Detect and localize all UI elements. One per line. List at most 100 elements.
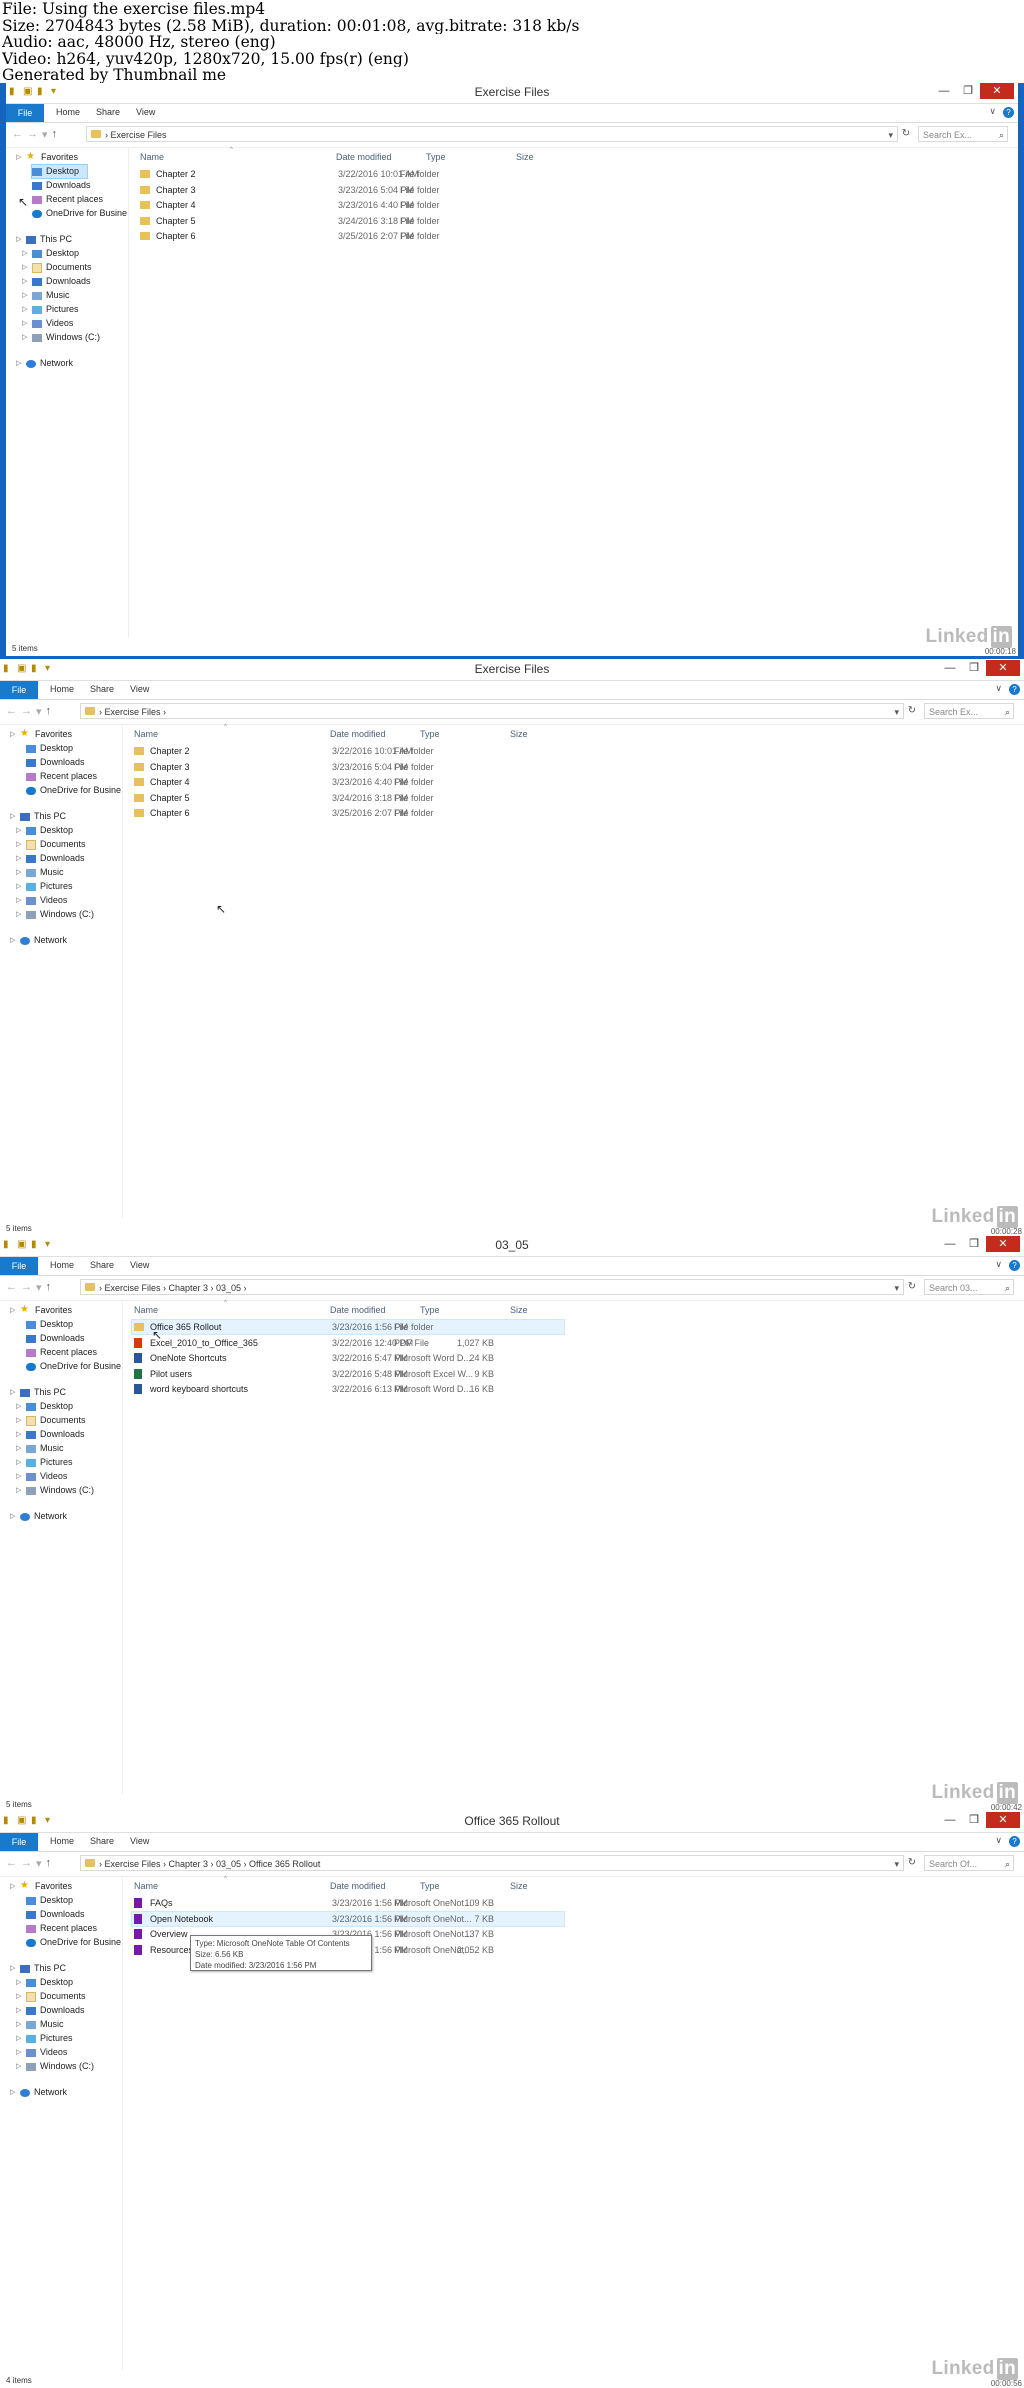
- tab-home[interactable]: Home: [56, 107, 80, 117]
- chevron-down-icon[interactable]: ▾: [894, 1856, 899, 1870]
- nav-item-pictures[interactable]: ▷ Pictures: [16, 880, 73, 893]
- expand-arrow-icon[interactable]: ▷: [16, 824, 21, 837]
- refresh-icon[interactable]: ↻: [904, 703, 920, 719]
- nav-item-favorites[interactable]: ▷ ★ Favorites: [10, 728, 72, 741]
- nav-item-network[interactable]: ▷ Network: [10, 2086, 67, 2099]
- back-arrow-icon[interactable]: ←: [12, 128, 23, 141]
- tab-share[interactable]: Share: [96, 107, 120, 117]
- refresh-icon[interactable]: ↻: [904, 1855, 920, 1871]
- expand-arrow-icon[interactable]: ▷: [22, 317, 27, 330]
- tab-file[interactable]: File: [0, 1833, 38, 1851]
- nav-item-network[interactable]: ▷ Network: [10, 1510, 67, 1523]
- address-bar[interactable]: › Exercise Files ▾: [86, 126, 898, 142]
- column-date[interactable]: Date modified: [336, 152, 392, 162]
- nav-item-recent[interactable]: Recent places: [26, 770, 97, 783]
- nav-item-music[interactable]: ▷ Music: [16, 866, 64, 879]
- file-row[interactable]: Chapter 3 3/23/2016 5:04 PM File folder: [132, 760, 564, 774]
- close-button[interactable]: ✕: [980, 83, 1014, 99]
- nav-item-onedrive[interactable]: OneDrive for Busine: [26, 784, 121, 797]
- expand-arrow-icon[interactable]: ▷: [16, 2060, 21, 2073]
- nav-item-pc-downloads[interactable]: ▷ Downloads: [16, 2004, 85, 2017]
- expand-arrow-icon[interactable]: ▷: [16, 866, 21, 879]
- nav-item-music[interactable]: ▷ Music: [16, 1442, 64, 1455]
- nav-item-recent[interactable]: Recent places: [32, 193, 103, 206]
- column-type[interactable]: Type: [420, 729, 440, 739]
- expand-arrow-icon[interactable]: ▷: [22, 275, 27, 288]
- column-size[interactable]: Size: [510, 1305, 528, 1315]
- up-arrow-icon[interactable]: ↑: [52, 128, 58, 141]
- expand-arrow-icon[interactable]: ▷: [16, 357, 21, 370]
- tab-home[interactable]: Home: [50, 684, 74, 694]
- address-bar[interactable]: › Exercise Files › ▾: [80, 703, 904, 719]
- forward-arrow-icon[interactable]: →: [27, 128, 38, 141]
- tab-share[interactable]: Share: [90, 684, 114, 694]
- expand-arrow-icon[interactable]: ▷: [10, 1510, 15, 1523]
- nav-item-desktop[interactable]: Desktop: [26, 742, 73, 755]
- nav-item-desktop[interactable]: Desktop: [26, 1318, 73, 1331]
- nav-item-pc-desktop[interactable]: ▷ Desktop: [16, 824, 73, 837]
- column-type[interactable]: Type: [420, 1881, 440, 1891]
- nav-item-pc-desktop[interactable]: ▷ Desktop: [22, 247, 79, 260]
- file-row[interactable]: OneNote Shortcuts 3/22/2016 5:47 PM Micros…: [132, 1351, 564, 1365]
- nav-item-thispc[interactable]: ▷ This PC: [10, 1962, 66, 1975]
- nav-item-videos[interactable]: ▷ Videos: [16, 2046, 67, 2059]
- back-arrow-icon[interactable]: ←: [6, 1857, 17, 1870]
- close-button[interactable]: ✕: [986, 1812, 1020, 1828]
- recent-dropdown-icon[interactable]: ▾: [36, 705, 42, 718]
- nav-item-onedrive[interactable]: OneDrive for Busine: [26, 1360, 121, 1373]
- file-row[interactable]: Chapter 2 3/22/2016 10:01 AM File folder: [138, 167, 570, 181]
- back-arrow-icon[interactable]: ←: [6, 705, 17, 718]
- expand-arrow-icon[interactable]: ▷: [22, 303, 27, 316]
- tab-home[interactable]: Home: [50, 1260, 74, 1270]
- nav-item-recent[interactable]: Recent places: [26, 1922, 97, 1935]
- file-row[interactable]: Chapter 6 3/25/2016 2:07 PM File folder: [132, 806, 564, 820]
- file-row[interactable]: Chapter 2 3/22/2016 10:01 AM File folder: [132, 744, 564, 758]
- nav-item-desktop[interactable]: Desktop: [26, 1894, 73, 1907]
- expand-arrow-icon[interactable]: ▷: [16, 1484, 21, 1497]
- expand-arrow-icon[interactable]: ▷: [16, 1976, 21, 1989]
- tab-view[interactable]: View: [136, 107, 155, 117]
- column-name[interactable]: Name: [134, 1881, 158, 1891]
- file-row[interactable]: Open Notebook 3/23/2016 1:56 PM Microsoft …: [131, 1910, 565, 1927]
- address-bar[interactable]: › Exercise Files › Chapter 3 › 03_05 › O…: [80, 1855, 904, 1871]
- nav-item-videos[interactable]: ▷ Videos: [22, 317, 73, 330]
- nav-item-videos[interactable]: ▷ Videos: [16, 894, 67, 907]
- expand-arrow-icon[interactable]: ▷: [16, 1400, 21, 1413]
- column-name[interactable]: Name: [134, 1305, 158, 1315]
- expand-arrow-icon[interactable]: ▷: [16, 880, 21, 893]
- chevron-down-icon[interactable]: ∨: [989, 106, 996, 117]
- nav-item-drive-c[interactable]: ▷ Windows (C:): [16, 908, 94, 921]
- nav-item-pc-downloads[interactable]: ▷ Downloads: [16, 1428, 85, 1441]
- column-size[interactable]: Size: [510, 729, 528, 739]
- search-input[interactable]: Search 03... ⌕: [924, 1279, 1014, 1295]
- address-bar[interactable]: › Exercise Files › Chapter 3 › 03_05 › ▾: [80, 1279, 904, 1295]
- expand-arrow-icon[interactable]: ▷: [16, 838, 21, 851]
- recent-dropdown-icon[interactable]: ▾: [36, 1281, 42, 1294]
- expand-arrow-icon[interactable]: ▷: [22, 261, 27, 274]
- file-row[interactable]: Excel_2010_to_Office_365 3/22/2016 12:40 …: [132, 1336, 564, 1350]
- refresh-icon[interactable]: ↻: [904, 1279, 920, 1295]
- expand-arrow-icon[interactable]: ▷: [16, 908, 21, 921]
- nav-item-pc-desktop[interactable]: ▷ Desktop: [16, 1976, 73, 1989]
- nav-item-thispc[interactable]: ▷ This PC: [16, 233, 72, 246]
- nav-item-favorites[interactable]: ▷ ★ Favorites: [10, 1304, 72, 1317]
- column-size[interactable]: Size: [516, 152, 534, 162]
- nav-item-documents[interactable]: ▷ Documents: [16, 838, 86, 851]
- nav-item-desktop[interactable]: Desktop: [30, 164, 89, 179]
- nav-item-documents[interactable]: ▷ Documents: [22, 261, 92, 274]
- nav-item-thispc[interactable]: ▷ This PC: [10, 810, 66, 823]
- expand-arrow-icon[interactable]: ▷: [10, 934, 15, 947]
- nav-item-thispc[interactable]: ▷ This PC: [10, 1386, 66, 1399]
- back-arrow-icon[interactable]: ←: [6, 1281, 17, 1294]
- expand-arrow-icon[interactable]: ▷: [10, 1962, 15, 1975]
- search-input[interactable]: Search Ex... ⌕: [918, 126, 1008, 142]
- file-row[interactable]: word keyboard shortcuts 3/22/2016 6:13 PM…: [132, 1382, 564, 1396]
- tab-share[interactable]: Share: [90, 1836, 114, 1846]
- minimize-button[interactable]: —: [938, 1236, 962, 1252]
- chevron-down-icon[interactable]: ∨: [995, 1259, 1002, 1270]
- help-icon[interactable]: ?: [1009, 1836, 1020, 1847]
- nav-item-recent[interactable]: Recent places: [26, 1346, 97, 1359]
- nav-item-pc-downloads[interactable]: ▷ Downloads: [16, 852, 85, 865]
- nav-item-drive-c[interactable]: ▷ Windows (C:): [16, 1484, 94, 1497]
- file-row[interactable]: Chapter 5 3/24/2016 3:18 PM File folder: [132, 791, 564, 805]
